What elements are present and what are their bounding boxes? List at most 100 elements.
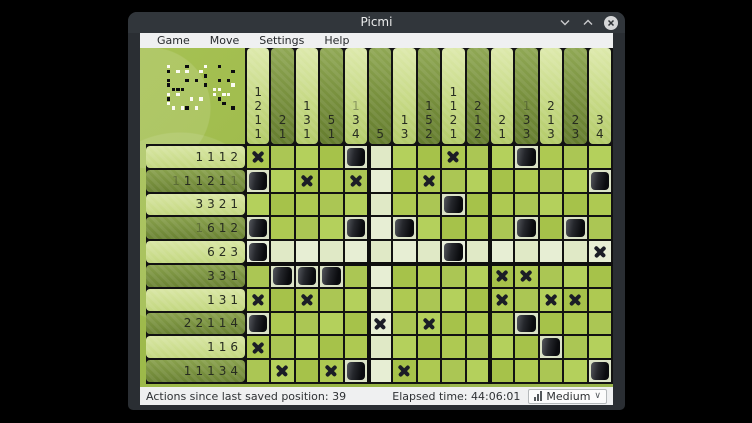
close-button[interactable]	[604, 16, 618, 30]
grid-cell-r3-c13[interactable]	[540, 194, 562, 216]
grid-cell-r6-c3[interactable]	[296, 265, 318, 287]
grid-cell-r5-c2[interactable]	[271, 241, 293, 263]
grid-cell-r6-c5[interactable]	[345, 265, 367, 287]
grid-cell-r9-c12[interactable]	[515, 336, 537, 358]
grid-cell-r9-c8[interactable]	[418, 336, 440, 358]
grid-cell-r6-c1[interactable]	[247, 265, 269, 287]
grid-cell-r5-c11[interactable]	[491, 241, 513, 263]
grid-cell-r5-c5[interactable]	[345, 241, 367, 263]
grid-cell-r10-c11[interactable]	[491, 360, 513, 382]
grid-cell-r7-c12[interactable]	[515, 289, 537, 311]
grid-cell-r5-c10[interactable]	[467, 241, 489, 263]
grid-cell-r5-c14[interactable]	[564, 241, 586, 263]
grid-cell-r2-c2[interactable]	[271, 170, 293, 192]
grid-cell-r9-c13[interactable]	[540, 336, 562, 358]
grid-cell-crossed-r2-c5[interactable]	[345, 170, 367, 192]
grid-cell-r3-c11[interactable]	[491, 194, 513, 216]
grid-cell-r4-c10[interactable]	[467, 217, 489, 239]
grid-cell-r3-c5[interactable]	[345, 194, 367, 216]
grid-cell-r9-c6[interactable]	[369, 336, 391, 358]
menu-item-help[interactable]: Help	[315, 33, 358, 48]
grid-cell-r3-c2[interactable]	[271, 194, 293, 216]
grid-cell-r7-c8[interactable]	[418, 289, 440, 311]
grid-cell-r3-c4[interactable]	[320, 194, 342, 216]
grid-cell-r4-c5[interactable]	[345, 217, 367, 239]
maximize-button[interactable]	[581, 16, 595, 30]
grid-cell-r10-c14[interactable]	[564, 360, 586, 382]
grid-cell-r1-c13[interactable]	[540, 146, 562, 168]
grid-cell-r7-c4[interactable]	[320, 289, 342, 311]
grid-cell-r3-c9[interactable]	[442, 194, 464, 216]
grid-cell-r1-c10[interactable]	[467, 146, 489, 168]
grid-cell-r2-c15[interactable]	[589, 170, 611, 192]
grid-cell-r4-c14[interactable]	[564, 217, 586, 239]
grid-cell-crossed-r5-c15[interactable]	[589, 241, 611, 263]
grid-cell-r10-c10[interactable]	[467, 360, 489, 382]
grid-cell-r10-c6[interactable]	[369, 360, 391, 382]
grid-cell-r1-c6[interactable]	[369, 146, 391, 168]
grid-cell-r3-c1[interactable]	[247, 194, 269, 216]
grid-cell-crossed-r8-c8[interactable]	[418, 313, 440, 335]
grid-cell-crossed-r10-c2[interactable]	[271, 360, 293, 382]
grid-cell-r5-c9[interactable]	[442, 241, 464, 263]
titlebar[interactable]: Picmi	[128, 12, 625, 33]
grid-cell-r4-c11[interactable]	[491, 217, 513, 239]
grid-cell-r6-c15[interactable]	[589, 265, 611, 287]
grid-cell-r3-c15[interactable]	[589, 194, 611, 216]
grid-cell-r5-c3[interactable]	[296, 241, 318, 263]
grid-cell-r2-c10[interactable]	[467, 170, 489, 192]
grid-cell-crossed-r2-c8[interactable]	[418, 170, 440, 192]
grid-cell-r1-c2[interactable]	[271, 146, 293, 168]
grid-cell-r6-c14[interactable]	[564, 265, 586, 287]
grid-cell-r2-c13[interactable]	[540, 170, 562, 192]
grid-cell-r10-c15[interactable]	[589, 360, 611, 382]
grid-cell-r2-c11[interactable]	[491, 170, 513, 192]
grid-cell-r1-c15[interactable]	[589, 146, 611, 168]
grid-cell-r4-c1[interactable]	[247, 217, 269, 239]
grid-cell-r8-c13[interactable]	[540, 313, 562, 335]
grid-cell-r3-c8[interactable]	[418, 194, 440, 216]
grid-cell-r6-c13[interactable]	[540, 265, 562, 287]
grid-cell-r7-c7[interactable]	[393, 289, 415, 311]
grid-cell-r7-c5[interactable]	[345, 289, 367, 311]
grid-cell-r4-c4[interactable]	[320, 217, 342, 239]
grid-cell-r4-c13[interactable]	[540, 217, 562, 239]
grid-cell-crossed-r9-c1[interactable]	[247, 336, 269, 358]
grid-cell-r1-c4[interactable]	[320, 146, 342, 168]
grid-cell-r9-c7[interactable]	[393, 336, 415, 358]
minimize-button[interactable]	[558, 16, 572, 30]
grid-cell-r1-c7[interactable]	[393, 146, 415, 168]
grid-cell-r7-c15[interactable]	[589, 289, 611, 311]
grid-cell-r7-c2[interactable]	[271, 289, 293, 311]
grid-cell-r5-c1[interactable]	[247, 241, 269, 263]
grid-cell-r5-c6[interactable]	[369, 241, 391, 263]
grid-cell-r8-c1[interactable]	[247, 313, 269, 335]
grid-cell-r3-c6[interactable]	[369, 194, 391, 216]
grid-cell-r9-c4[interactable]	[320, 336, 342, 358]
grid-cell-r1-c5[interactable]	[345, 146, 367, 168]
grid-cell-r4-c15[interactable]	[589, 217, 611, 239]
grid-cell-r9-c14[interactable]	[564, 336, 586, 358]
grid-cell-crossed-r1-c9[interactable]	[442, 146, 464, 168]
grid-cell-r5-c12[interactable]	[515, 241, 537, 263]
grid-cell-crossed-r10-c4[interactable]	[320, 360, 342, 382]
grid-cell-r2-c4[interactable]	[320, 170, 342, 192]
grid-cell-r10-c3[interactable]	[296, 360, 318, 382]
grid-cell-r10-c8[interactable]	[418, 360, 440, 382]
grid-cell-crossed-r7-c3[interactable]	[296, 289, 318, 311]
grid-cell-r10-c9[interactable]	[442, 360, 464, 382]
grid-cell-r4-c7[interactable]	[393, 217, 415, 239]
grid-cell-r10-c1[interactable]	[247, 360, 269, 382]
grid-cell-r3-c7[interactable]	[393, 194, 415, 216]
grid-cell-r1-c14[interactable]	[564, 146, 586, 168]
grid-cell-r3-c3[interactable]	[296, 194, 318, 216]
grid-cell-r9-c10[interactable]	[467, 336, 489, 358]
grid-cell-r10-c13[interactable]	[540, 360, 562, 382]
grid-cell-r2-c14[interactable]	[564, 170, 586, 192]
grid-cell-crossed-r6-c12[interactable]	[515, 265, 537, 287]
grid-cell-r8-c5[interactable]	[345, 313, 367, 335]
grid-cell-r6-c10[interactable]	[467, 265, 489, 287]
grid-cell-r10-c5[interactable]	[345, 360, 367, 382]
grid-cell-r5-c7[interactable]	[393, 241, 415, 263]
grid-cell-r10-c12[interactable]	[515, 360, 537, 382]
